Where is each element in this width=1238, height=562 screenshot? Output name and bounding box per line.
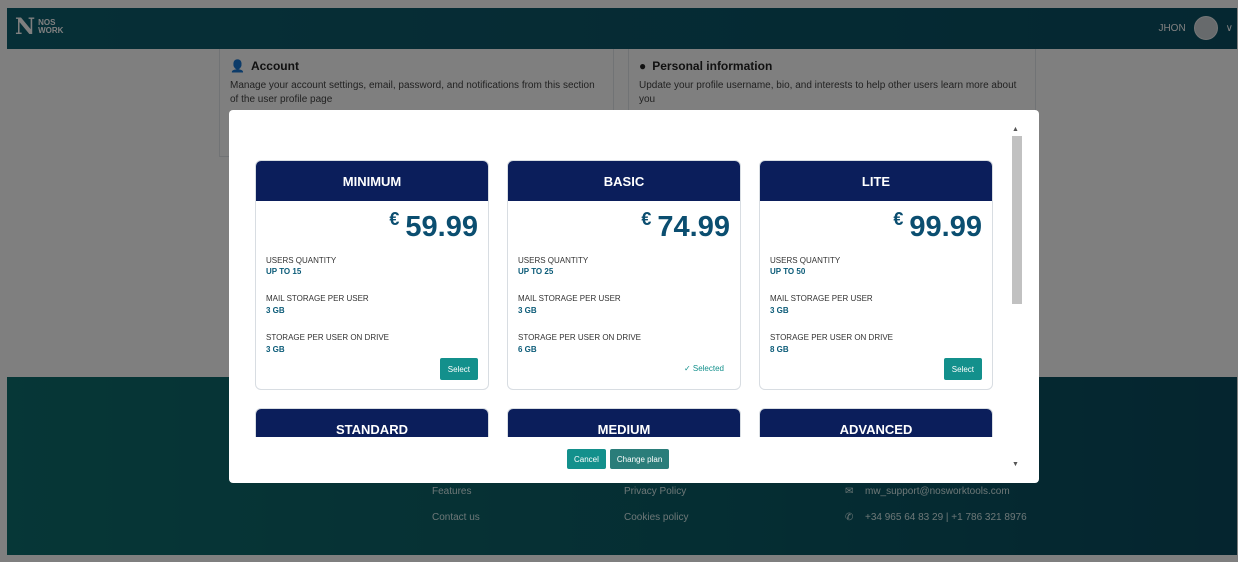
users-quantity-value: UP TO 25 [518,267,554,276]
plan-price: €59.99 [389,209,478,243]
mail-storage-label: MAIL STORAGE PER USER [770,294,873,303]
plan-card-standard: STANDARD [255,408,489,437]
plan-name: BASIC [508,161,740,201]
cancel-button[interactable]: Cancel [567,449,606,469]
users-quantity-value: UP TO 50 [770,267,806,276]
mail-storage-label: MAIL STORAGE PER USER [518,294,621,303]
mail-storage-value: 3 GB [266,306,285,315]
plan-price: €74.99 [641,209,730,243]
plan-card-lite: LITE €99.99 USERS QUANTITY UP TO 50 MAIL… [759,160,993,390]
mail-storage-value: 3 GB [770,306,789,315]
plan-name: STANDARD [256,409,488,437]
scroll-down-icon[interactable]: ▼ [1012,461,1019,468]
drive-storage-value: 8 GB [770,345,789,354]
drive-storage-label: STORAGE PER USER ON DRIVE [266,333,389,342]
drive-storage-value: 3 GB [266,345,285,354]
plans-list: MINIMUM €59.99 USERS QUANTITY UP TO 15 M… [255,160,993,437]
change-plan-modal: MINIMUM €59.99 USERS QUANTITY UP TO 15 M… [229,110,1039,483]
select-plan-button[interactable]: Select [439,358,478,380]
scrollbar-thumb[interactable] [1012,136,1022,304]
users-quantity-label: USERS QUANTITY [770,256,841,265]
plan-card-minimum: MINIMUM €59.99 USERS QUANTITY UP TO 15 M… [255,160,489,390]
modal-actions: Cancel Change plan [567,449,670,469]
plan-card-advanced: ADVANCED [759,408,993,437]
plan-price: €99.99 [893,209,982,243]
modal-scrollbar[interactable]: ▲ ▼ [1011,126,1023,471]
plan-card-basic: BASIC €74.99 USERS QUANTITY UP TO 25 MAI… [507,160,741,390]
plan-name: MEDIUM [508,409,740,437]
plan-name: LITE [760,161,992,201]
mail-storage-value: 3 GB [518,306,537,315]
drive-storage-label: STORAGE PER USER ON DRIVE [770,333,893,342]
users-quantity-label: USERS QUANTITY [266,256,337,265]
select-plan-button[interactable]: Select [943,358,982,380]
users-quantity-value: UP TO 15 [266,267,302,276]
plan-name: MINIMUM [256,161,488,201]
scroll-up-icon[interactable]: ▲ [1012,126,1019,133]
users-quantity-label: USERS QUANTITY [518,256,589,265]
drive-storage-label: STORAGE PER USER ON DRIVE [518,333,641,342]
plan-name: ADVANCED [760,409,992,437]
drive-storage-value: 6 GB [518,345,537,354]
plan-card-medium: MEDIUM [507,408,741,437]
change-plan-button[interactable]: Change plan [609,449,670,469]
mail-storage-label: MAIL STORAGE PER USER [266,294,369,303]
selected-indicator: ✓ Selected [683,364,724,373]
